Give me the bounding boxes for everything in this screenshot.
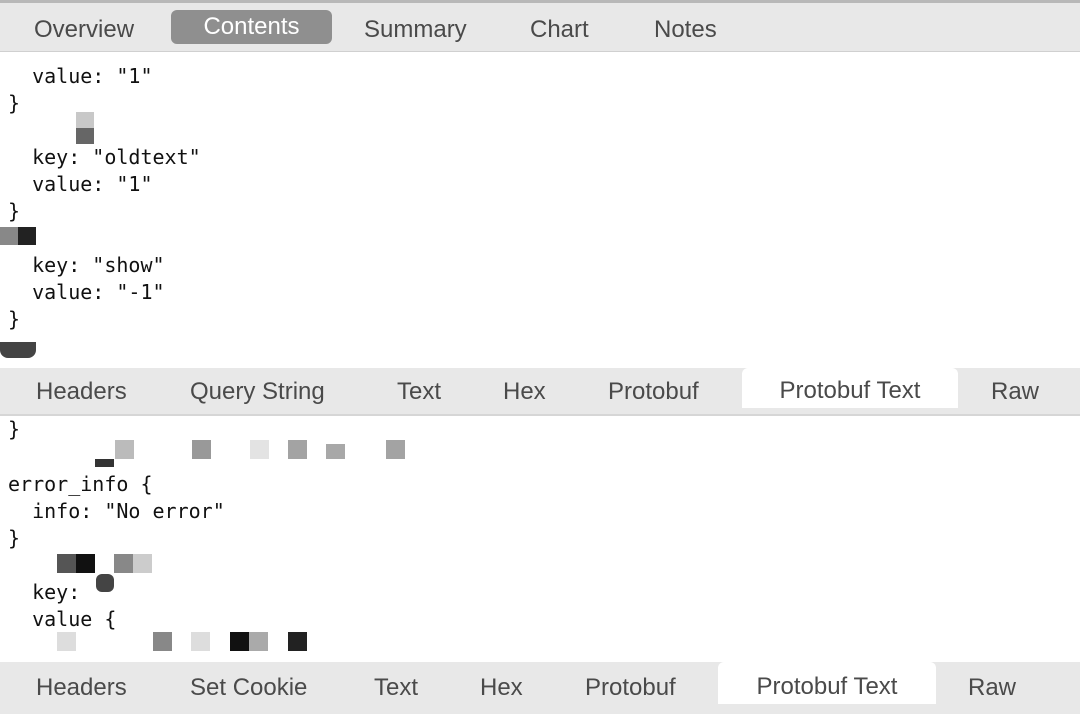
request-tab-protobuf-text[interactable]: Protobuf Text [742, 368, 958, 408]
redaction-mosaic [133, 554, 152, 573]
code-line: value: "1" [8, 64, 153, 88]
request-content-pane[interactable]: value: "1" } key: "oldtext" value: "1" }… [0, 52, 1080, 368]
code-line: info: "No error" [8, 499, 225, 523]
code-line: } [8, 91, 21, 115]
tab-contents[interactable]: Contents [171, 10, 332, 44]
request-tab-bar: Headers Query String Text Hex Protobuf P… [0, 368, 1080, 416]
redaction-mosaic [386, 440, 405, 459]
code-line: error_info { [8, 472, 153, 496]
redaction-mosaic [0, 227, 18, 245]
response-tab-protobuf[interactable]: Protobuf [585, 671, 676, 705]
response-tab-set-cookie[interactable]: Set Cookie [190, 671, 307, 705]
request-tab-raw[interactable]: Raw [991, 375, 1039, 409]
request-tab-text[interactable]: Text [397, 375, 441, 409]
request-tab-query-string[interactable]: Query String [190, 375, 325, 409]
redaction-mosaic [288, 440, 307, 459]
code-line: } [8, 199, 21, 223]
code-line: key: "show" [8, 253, 165, 277]
response-tab-headers[interactable]: Headers [36, 671, 127, 705]
code-line: value: "-1" [8, 280, 165, 304]
redaction-mosaic [57, 554, 76, 573]
redaction-mosaic [0, 342, 36, 358]
code-line: value { [8, 607, 117, 631]
redaction-mosaic [76, 554, 95, 573]
response-tab-protobuf-text[interactable]: Protobuf Text [718, 662, 936, 704]
redaction-mosaic [191, 632, 210, 651]
redaction-mosaic [192, 440, 211, 459]
redaction-mosaic [76, 112, 94, 128]
response-tab-hex[interactable]: Hex [480, 671, 523, 705]
code-line: value: "1" [8, 172, 153, 196]
tab-overview[interactable]: Overview [34, 13, 134, 47]
redaction-mosaic [115, 440, 134, 459]
code-line: } [8, 526, 21, 550]
redaction-mosaic [250, 440, 269, 459]
redaction-mosaic [249, 632, 268, 651]
request-tab-hex[interactable]: Hex [503, 375, 546, 409]
request-tab-headers[interactable]: Headers [36, 375, 127, 409]
redaction-mosaic [96, 574, 114, 592]
code-line: key: [8, 580, 81, 604]
response-tab-text[interactable]: Text [374, 671, 418, 705]
code-line: key: "oldtext" [8, 145, 201, 169]
redaction-mosaic [288, 632, 307, 651]
code-line: } [8, 307, 21, 331]
top-tab-bar: Overview Contents Summary Chart Notes [0, 0, 1080, 52]
tab-summary[interactable]: Summary [364, 13, 467, 47]
redaction-mosaic [153, 632, 172, 651]
tab-notes[interactable]: Notes [654, 13, 717, 47]
redaction-mosaic [76, 128, 94, 144]
redaction-mosaic [326, 444, 345, 459]
response-content-pane[interactable]: } error_info { info: "No error" } key: v… [0, 416, 1080, 662]
code-line: } [8, 417, 21, 441]
response-tab-bar: Headers Set Cookie Text Hex Protobuf Pro… [0, 662, 1080, 714]
redaction-mosaic [230, 632, 249, 651]
tab-chart[interactable]: Chart [530, 13, 589, 47]
redaction-mosaic [57, 632, 76, 651]
response-tab-raw[interactable]: Raw [968, 671, 1016, 705]
redaction-mosaic [114, 554, 133, 573]
redaction-mosaic [95, 459, 114, 467]
redaction-mosaic [18, 227, 36, 245]
request-tab-protobuf[interactable]: Protobuf [608, 375, 699, 409]
